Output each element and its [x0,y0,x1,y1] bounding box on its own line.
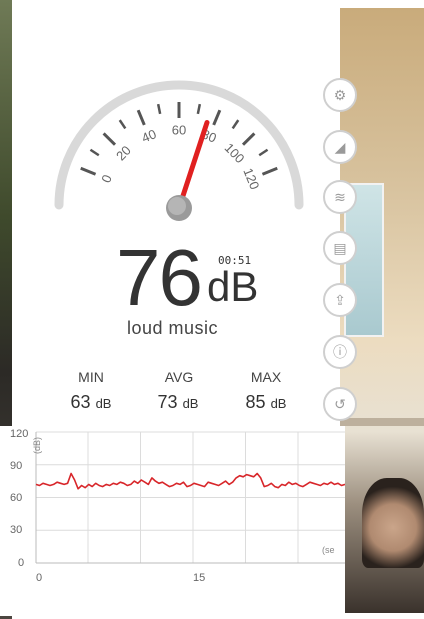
x-tick-0: 0 [36,572,42,584]
history-graph: 120 90 60 30 0 (dB) 0 15 (se [0,426,345,616]
y-axis-unit: (dB) [32,437,42,454]
x-axis-unit: (se [322,545,335,555]
photo-table [340,418,424,426]
graph-background [0,426,345,616]
y-tick-60: 60 [10,492,22,504]
photo-person [362,478,424,568]
x-tick-15: 15 [193,572,205,584]
y-tick-120: 120 [10,428,28,440]
y-tick-90: 90 [10,460,22,472]
y-tick-30: 30 [10,524,22,536]
y-tick-0: 0 [18,557,24,569]
